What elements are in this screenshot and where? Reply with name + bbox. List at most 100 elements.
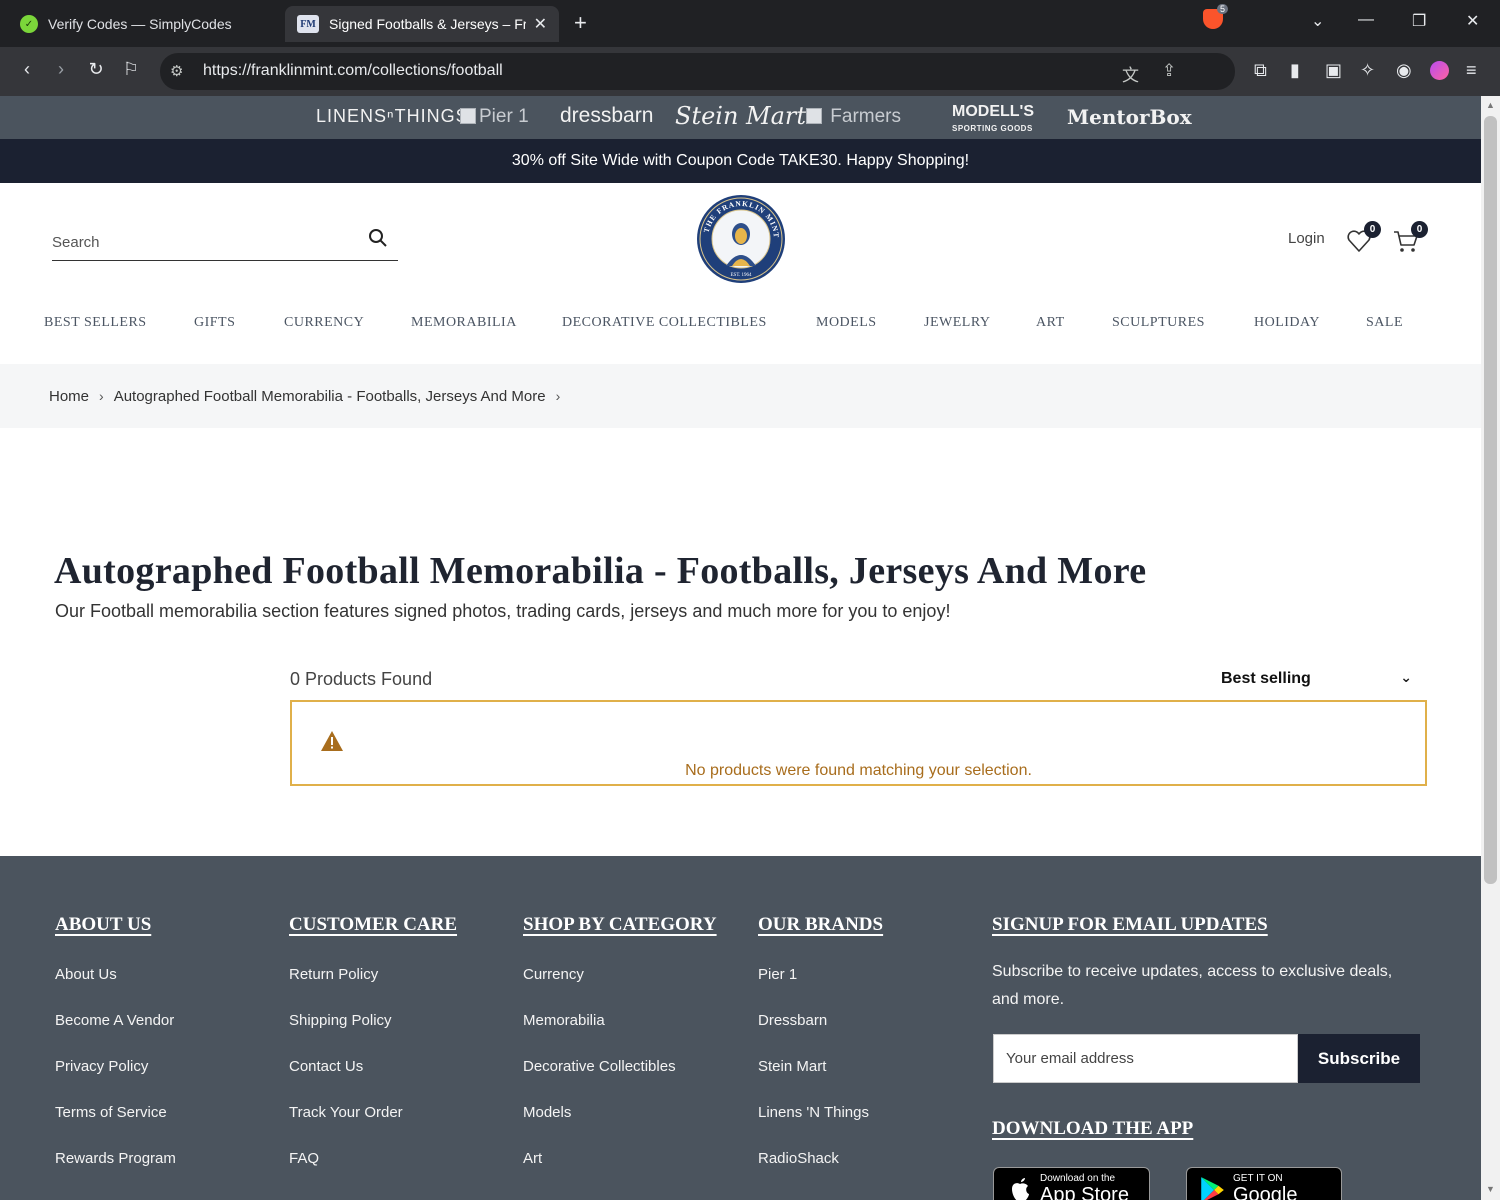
- footer-newsletter-column: SIGNUP FOR EMAIL UPDATES Subscribe to re…: [992, 914, 1422, 1014]
- brand-steinmart-logo[interactable]: Stein Mart: [675, 102, 806, 130]
- menu-icon[interactable]: ≡: [1466, 60, 1477, 81]
- footer-about-column: ABOUT US About Us Become A Vendor Privac…: [55, 914, 176, 1167]
- footer-link-decorative[interactable]: Decorative Collectibles: [523, 1058, 717, 1075]
- wishlist-button[interactable]: 0: [1345, 221, 1381, 255]
- cart-button[interactable]: 0: [1392, 221, 1428, 255]
- translate-icon[interactable]: 文: [1122, 61, 1139, 86]
- site-footer: ABOUT US About Us Become A Vendor Privac…: [0, 856, 1481, 1200]
- empty-results-alert: No products were found matching your sel…: [290, 700, 1427, 786]
- address-bar[interactable]: ⚙ https://franklinmint.com/collections/f…: [160, 53, 1235, 90]
- footer-link-memorabilia[interactable]: Memorabilia: [523, 1012, 717, 1029]
- breadcrumb-home[interactable]: Home: [49, 388, 89, 405]
- nav-sale[interactable]: SALE: [1366, 315, 1403, 331]
- broken-image-icon: [460, 108, 476, 124]
- brand-farmers-logo[interactable]: Farmers: [806, 106, 901, 128]
- brand-pier1-logo[interactable]: Pier 1: [460, 106, 529, 128]
- footer-link-dressbarn[interactable]: Dressbarn: [758, 1012, 883, 1029]
- nav-holiday[interactable]: HOLIDAY: [1254, 315, 1320, 331]
- chevron-right-icon: ›: [99, 388, 104, 404]
- tab-simplycodes[interactable]: ✓ Verify Codes — SimplyCodes: [8, 6, 280, 42]
- googleplay-small-text: GET IT ON: [1233, 1173, 1283, 1184]
- brand-bar: LINENSⁿTHINGS Pier 1 dressbarn Stein Mar…: [0, 96, 1481, 139]
- footer-heading: CUSTOMER CARE: [289, 914, 458, 935]
- nav-jewelry[interactable]: JEWELRY: [924, 315, 991, 331]
- brave-shields-count: 5: [1217, 4, 1229, 14]
- footer-link-pier1[interactable]: Pier 1: [758, 966, 883, 983]
- footer-link-rewards[interactable]: Rewards Program: [55, 1150, 176, 1167]
- nav-gifts[interactable]: GIFTS: [194, 315, 235, 331]
- tab-title: Signed Footballs & Jerseys – Franklin Mi…: [329, 16, 526, 32]
- bookmark-icon[interactable]: ⚐: [119, 59, 143, 80]
- footer-link-about-us[interactable]: About Us: [55, 966, 176, 983]
- nav-sculptures[interactable]: SCULPTURES: [1112, 315, 1205, 331]
- nav-art[interactable]: ART: [1036, 315, 1065, 331]
- newsletter-description: Subscribe to receive updates, access to …: [992, 963, 1393, 1008]
- search-input[interactable]: [52, 227, 352, 257]
- appstore-small-text: Download on the: [1040, 1173, 1116, 1184]
- download-app-heading: DOWNLOAD THE APP: [992, 1118, 1194, 1139]
- google-play-icon: [1201, 1177, 1224, 1200]
- footer-link-track-order[interactable]: Track Your Order: [289, 1104, 457, 1121]
- footer-care-column: CUSTOMER CARE Return Policy Shipping Pol…: [289, 914, 457, 1167]
- footer-link-contact-us[interactable]: Contact Us: [289, 1058, 457, 1075]
- breadcrumb: Home › Autographed Football Memorabilia …: [0, 364, 1481, 428]
- brand-dressbarn-logo[interactable]: dressbarn: [560, 104, 653, 128]
- footer-link-currency[interactable]: Currency: [523, 966, 717, 983]
- chevron-down-icon: ⌄: [1400, 669, 1412, 685]
- scrollbar-thumb[interactable]: [1484, 116, 1497, 884]
- forward-icon[interactable]: ›: [49, 59, 73, 80]
- footer-link-terms[interactable]: Terms of Service: [55, 1104, 176, 1121]
- nav-currency[interactable]: CURRENCY: [284, 315, 364, 331]
- sort-select[interactable]: Best selling ⌄: [1221, 669, 1416, 688]
- googleplay-big-text: Google Play: [1233, 1184, 1298, 1200]
- footer-link-steinmart[interactable]: Stein Mart: [758, 1058, 883, 1075]
- restore-icon[interactable]: ❐: [1412, 11, 1426, 31]
- page-scrollbar[interactable]: ▲ ▼: [1481, 96, 1500, 1200]
- wallet-icon[interactable]: ▣: [1325, 60, 1342, 81]
- extensions-icon[interactable]: ⧉: [1254, 60, 1267, 81]
- nav-memorabilia[interactable]: MEMORABILIA: [411, 315, 517, 331]
- google-play-button[interactable]: GET IT ON Google Play: [1186, 1167, 1342, 1200]
- footer-link-privacy-policy[interactable]: Privacy Policy: [55, 1058, 176, 1075]
- tab-search-chevron-icon[interactable]: ⌄: [1311, 11, 1324, 31]
- leo-ai-icon[interactable]: ✧: [1360, 60, 1375, 81]
- broken-image-icon: [806, 108, 822, 124]
- share-icon[interactable]: ⇪: [1162, 61, 1176, 81]
- app-store-button[interactable]: Download on the App Store: [993, 1167, 1150, 1200]
- footer-link-art[interactable]: Art: [523, 1150, 717, 1167]
- nav-best-sellers[interactable]: BEST SELLERS: [44, 315, 147, 331]
- vpn-icon[interactable]: ◉: [1396, 60, 1412, 81]
- footer-link-linens[interactable]: Linens 'N Things: [758, 1104, 883, 1121]
- brand-modells-logo[interactable]: MODELL'S SPORTING GOODS: [952, 104, 1034, 136]
- footer-link-radioshack[interactable]: RadioShack: [758, 1150, 883, 1167]
- url-text[interactable]: https://franklinmint.com/collections/foo…: [203, 62, 503, 80]
- appstore-big-text: App Store: [1040, 1184, 1129, 1200]
- brand-linens-logo[interactable]: LINENSⁿTHINGS: [316, 106, 469, 127]
- site-header: THE FRANKLIN MINT EST. 1964 Login 0 0 BE…: [0, 183, 1481, 363]
- login-link[interactable]: Login: [1288, 230, 1325, 247]
- scroll-up-icon[interactable]: ▲: [1486, 100, 1495, 110]
- nav-models[interactable]: MODELS: [816, 315, 877, 331]
- tab-franklin-mint[interactable]: FM Signed Footballs & Jerseys – Franklin…: [285, 6, 559, 42]
- nav-decorative-collectibles[interactable]: DECORATIVE COLLECTIBLES: [562, 315, 767, 331]
- close-window-icon[interactable]: ✕: [1466, 11, 1479, 31]
- footer-link-faq[interactable]: FAQ: [289, 1150, 457, 1167]
- profile-avatar-icon[interactable]: [1430, 61, 1449, 80]
- footer-link-become-vendor[interactable]: Become A Vendor: [55, 1012, 176, 1029]
- close-tab-icon[interactable]: ✕: [534, 14, 547, 34]
- footer-link-models[interactable]: Models: [523, 1104, 717, 1121]
- site-settings-icon[interactable]: ⚙: [170, 62, 183, 80]
- minimize-icon[interactable]: —: [1358, 11, 1374, 29]
- footer-link-return-policy[interactable]: Return Policy: [289, 966, 457, 983]
- scroll-down-icon[interactable]: ▼: [1486, 1184, 1495, 1194]
- reload-icon[interactable]: ↻: [84, 59, 108, 80]
- search-icon[interactable]: [368, 228, 388, 250]
- franklin-mint-logo[interactable]: THE FRANKLIN MINT EST. 1964: [696, 194, 786, 284]
- back-icon[interactable]: ‹: [15, 59, 39, 80]
- brand-mentorbox-logo[interactable]: MentorBox: [1067, 105, 1192, 129]
- email-field[interactable]: [993, 1034, 1298, 1083]
- subscribe-button[interactable]: Subscribe: [1298, 1034, 1420, 1083]
- sidebar-icon[interactable]: ▮: [1290, 60, 1300, 81]
- footer-link-shipping-policy[interactable]: Shipping Policy: [289, 1012, 457, 1029]
- new-tab-icon[interactable]: +: [574, 10, 587, 36]
